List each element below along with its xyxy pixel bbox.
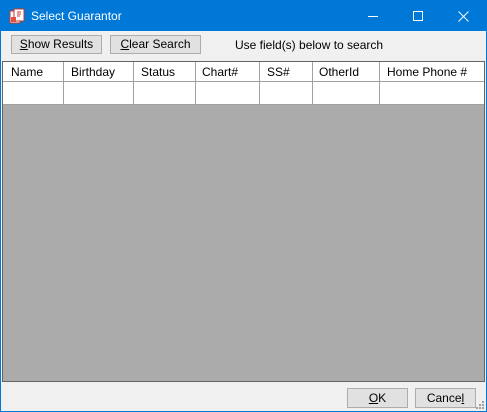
column-header-name[interactable]: Name bbox=[3, 62, 64, 81]
resize-grip-icon[interactable] bbox=[475, 400, 485, 410]
search-hint: Use field(s) below to search bbox=[235, 38, 384, 52]
clear-search-button[interactable]: Clear Search bbox=[110, 35, 201, 54]
app-icon bbox=[9, 8, 25, 24]
close-icon bbox=[458, 10, 469, 22]
search-cell-chart[interactable] bbox=[196, 82, 260, 104]
cancel-label-start: Cance bbox=[426, 391, 462, 405]
search-cell-otherid[interactable] bbox=[313, 82, 380, 104]
maximize-button[interactable] bbox=[395, 1, 440, 31]
select-guarantor-dialog: Select Guarantor Show Results Clear Sear… bbox=[0, 0, 487, 412]
close-button[interactable] bbox=[441, 1, 486, 31]
clear-search-mnemonic: C bbox=[120, 37, 130, 51]
column-header-status[interactable]: Status bbox=[134, 62, 196, 81]
cancel-mnemonic: l bbox=[461, 391, 465, 405]
ok-label-end: K bbox=[378, 391, 387, 405]
column-header-ss[interactable]: SS# bbox=[260, 62, 313, 81]
clear-search-label-end: lear Search bbox=[129, 37, 191, 51]
window-title: Select Guarantor bbox=[31, 9, 122, 23]
column-header-otherid[interactable]: OtherId bbox=[313, 62, 380, 81]
cancel-button[interactable]: Cancel bbox=[415, 388, 476, 408]
search-cell-ss[interactable] bbox=[260, 82, 313, 104]
show-results-mnemonic: S bbox=[19, 37, 28, 51]
grid-header: Name Birthday Status Chart# SS# OtherId … bbox=[3, 62, 484, 82]
column-header-home-phone[interactable]: Home Phone # bbox=[380, 62, 484, 81]
column-header-chart[interactable]: Chart# bbox=[196, 62, 260, 81]
search-cell-birthday[interactable] bbox=[64, 82, 134, 104]
minimize-button[interactable] bbox=[350, 1, 395, 31]
column-header-birthday[interactable]: Birthday bbox=[64, 62, 134, 81]
maximize-icon bbox=[412, 11, 423, 21]
search-cell-name[interactable] bbox=[3, 82, 64, 104]
search-cell-status[interactable] bbox=[134, 82, 196, 104]
ok-mnemonic: O bbox=[368, 391, 379, 405]
minimize-icon bbox=[367, 16, 378, 17]
show-results-label-end: how Results bbox=[27, 37, 94, 51]
ok-button[interactable]: OK bbox=[347, 388, 408, 408]
search-row bbox=[3, 82, 484, 105]
results-grid[interactable]: Name Birthday Status Chart# SS# OtherId … bbox=[2, 61, 485, 382]
search-cell-home-phone[interactable] bbox=[380, 82, 484, 104]
show-results-button[interactable]: Show Results bbox=[11, 35, 102, 54]
title-bar[interactable]: Select Guarantor bbox=[1, 1, 486, 31]
